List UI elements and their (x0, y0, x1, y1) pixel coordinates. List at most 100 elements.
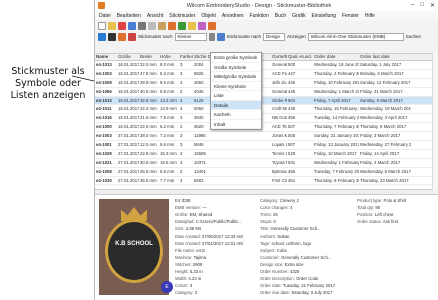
table-cell: 448 (288, 106, 296, 112)
table-cell: 16.01.2017 (118, 62, 139, 67)
print-icon[interactable] (138, 21, 146, 30)
menu-item[interactable]: Kleine Symbole (211, 82, 261, 91)
save-icon[interactable] (128, 21, 136, 30)
table-cell: 504 (288, 97, 296, 103)
undo-icon[interactable] (178, 21, 186, 30)
menu-item[interactable]: Details (211, 100, 261, 110)
open-icon[interactable] (108, 21, 116, 30)
column-header-cell[interactable]: Farben (179, 54, 193, 60)
design-icon[interactable] (118, 21, 126, 30)
layout-icon[interactable] (216, 32, 225, 41)
table-row[interactable]: e4-1016 16.01.2017 21.6 mm 7.5 mm 3 3640 NB Go… (95, 114, 438, 124)
table-row[interactable]: e4-1013 16.01.2017 32.8 mm 13.2 mm 2 6125 Glob… (95, 96, 438, 106)
menu-item[interactable]: Mittelgroße Symbole (211, 72, 261, 82)
help-icon[interactable]: E (161, 281, 173, 293)
table-cell (231, 141, 271, 149)
table-row[interactable]: e4-1021 27.01.2017 30.6 mm 19.5 mm 3 10371 Toy… (95, 159, 438, 168)
table-cell: 9.0 mm (160, 79, 175, 85)
menu-item[interactable]: Grafik (292, 13, 305, 19)
filter-icon[interactable] (118, 32, 126, 41)
maximize-icon[interactable]: □ (420, 2, 424, 9)
property-value: Cubs (276, 247, 287, 253)
menu-item[interactable]: Fenster (342, 13, 359, 19)
property-value: 5.33 in (189, 269, 203, 274)
menu-item[interactable]: Funktion (250, 13, 269, 19)
table-row[interactable]: e4-1011 16.01.2017 22.2 mm 13.9 mm 3 5050 Craf… (95, 105, 438, 115)
column-header-cell[interactable]: Gurte/Bandname (271, 54, 287, 60)
menu-item[interactable]: Anordnen (222, 13, 244, 19)
copy-icon[interactable] (158, 21, 166, 30)
menu-item[interactable]: Hilfe (365, 13, 375, 19)
property-label: Stops: (260, 219, 273, 225)
table-row[interactable]: e4-1066 16.01.2017 40.5 mm 9.5 mm 2 4046 Gener… (95, 88, 438, 97)
property-value: school, uniform, logo (271, 240, 312, 246)
table-cell: 3 (180, 133, 183, 139)
column-header-cell[interactable]: Order date (313, 54, 359, 60)
property-value: Generally Customer Sch... (270, 226, 321, 232)
stitch-icon[interactable] (208, 21, 216, 30)
menu-item[interactable]: Kacheln (211, 110, 261, 120)
table-cell: Tuesday, 14 February 2017 (314, 115, 359, 121)
column-header-cell[interactable]: Order last date (359, 54, 411, 60)
folder-icon[interactable] (188, 21, 196, 30)
table-row[interactable]: e4-1008 27.01.2017 26.8 mm 5.6 mm 2 13401 Byte… (95, 168, 438, 177)
table-row[interactable]: e4-1001 27.01.2017 12.5 mm 9.6 mm 3 5846 Loyal… (95, 141, 438, 150)
close-icon[interactable]: ✕ (430, 2, 435, 9)
menu-item[interactable]: Inhalt (211, 120, 261, 129)
menu-item[interactable]: Objekt (201, 13, 215, 19)
menu-item[interactable]: Buch (275, 13, 286, 19)
table-row[interactable]: e4-1003 16.01.2017 47.8 mm 6.3 mm 3 8825 ACE F… (95, 70, 438, 79)
menu-item[interactable]: Liste (211, 91, 261, 101)
grid-icon[interactable] (108, 32, 116, 41)
sort-icon[interactable] (128, 32, 136, 41)
new-icon[interactable] (98, 21, 106, 30)
property-label: Order Description: (260, 276, 295, 282)
table-cell: 447 (288, 70, 296, 76)
column-header-cell[interactable]: Qual.-Kund. (287, 54, 313, 60)
table-cell (207, 159, 231, 167)
column-header-cell[interactable]: Stiche (193, 54, 207, 60)
table-row[interactable]: e4-1003 27.01.2017 38.0 mm 7.2 mm 3 11986 Jona… (95, 132, 438, 142)
column-header-cell[interactable]: Name (95, 54, 117, 60)
sort-combo[interactable]: Design (263, 32, 286, 41)
display-combo[interactable]: Wilcom All-in-One Stickmuster (EMB) (307, 32, 404, 41)
table-row[interactable]: e4-1013 16.01.2017 32.5 mm 8.0 mm 3 2004 Gener… (95, 61, 438, 70)
property-label: Design size: (260, 261, 284, 267)
cut-icon[interactable] (148, 21, 156, 30)
property-value: e4.E (196, 247, 206, 253)
table-cell: 529 (288, 150, 296, 156)
column-header-cell[interactable]: Breite (139, 54, 159, 60)
menu-item[interactable]: Extra große Symbole (211, 53, 261, 63)
chevron-down-icon[interactable] (208, 32, 215, 41)
view-mode-icon[interactable] (98, 32, 106, 41)
minimize-icon[interactable]: – (411, 2, 414, 9)
table-row[interactable]: e4-1009 16.01.2017 29.9 mm 9.0 mm 3 3650 Jelb … (95, 79, 438, 88)
column-header-cell[interactable]: Größe (117, 54, 139, 60)
paste-icon[interactable] (168, 21, 176, 30)
property-label: Order status: (357, 219, 382, 225)
menu-item[interactable]: Einstellung (311, 13, 335, 19)
table-cell: Tuesday, 7 February 2017 (314, 168, 359, 174)
property-row: Subject: Cubs (260, 248, 287, 253)
menu-item[interactable]: Große Symbole (211, 63, 261, 72)
table-cell: 47.8 mm (140, 70, 157, 76)
table-row[interactable]: e4-1029 27.01.2017 22.8 mm 15.3 mm 2 15585 Ten… (95, 150, 438, 159)
menu-item[interactable]: Ansicht (147, 13, 163, 19)
table-cell: 2 (180, 150, 183, 156)
convert-icon[interactable] (198, 21, 206, 30)
table-cell: 531 (288, 159, 296, 165)
search-label[interactable]: Suchen (406, 34, 421, 39)
menu-item[interactable]: Bearbeiten (117, 13, 141, 19)
vertical-scrollbar[interactable] (432, 53, 438, 189)
menu-item[interactable]: Stickmuster (169, 13, 195, 19)
view-combo[interactable]: Kleiner (174, 32, 207, 41)
property-row: Date created: 27/06/2017 12:33 AM (175, 234, 243, 239)
column-header-cell[interactable]: Höhe (159, 54, 179, 60)
app-window: Wilcom EmbroideryStudio - Design - Stick… (94, 0, 438, 300)
table-row[interactable]: e4-1000 16.01.2017 22.6 mm 6.2 mm 2 3620 ACE T… (95, 123, 438, 133)
menu-item[interactable]: Datei (99, 13, 111, 19)
table-row[interactable]: e4-1030 27.01.2017 35.5 mm 7.7 mm 3 6602 First… (95, 177, 438, 186)
table-cell: 7.5 mm (160, 115, 175, 121)
table-cell: 3640 (194, 115, 204, 121)
property-value: Generally Customer Sch... (281, 254, 332, 260)
